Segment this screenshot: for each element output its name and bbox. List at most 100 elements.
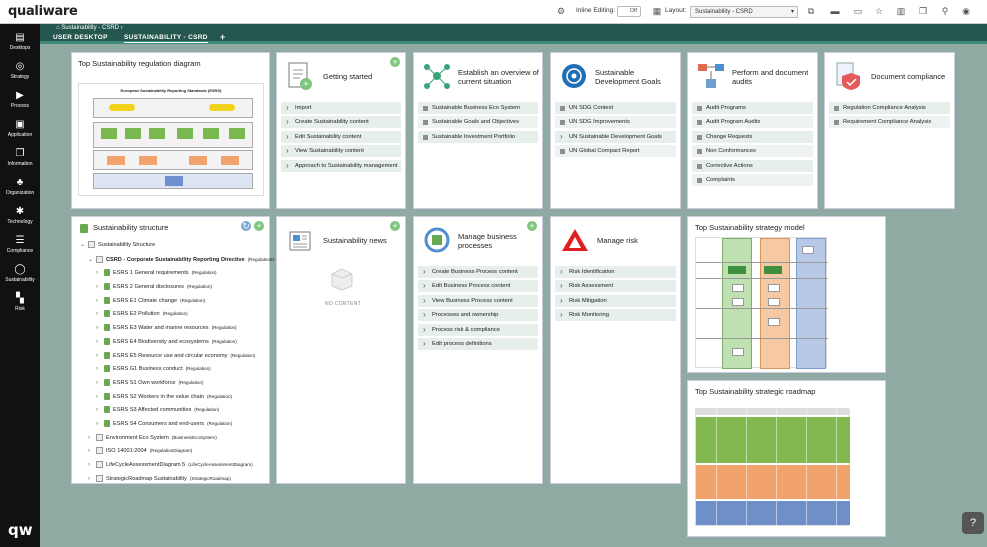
- chevron-down-icon[interactable]: ⌄: [80, 239, 88, 253]
- list-item[interactable]: Corrective Actions: [692, 158, 813, 172]
- tab-user-desktop[interactable]: USER DESKTOP: [53, 34, 108, 41]
- tree-node[interactable]: › ESRS E4 Biodiversity and ecosystems (Reg…: [80, 335, 270, 349]
- sidebar-item-sustainability[interactable]: ◯ Sustainability: [0, 264, 40, 283]
- list-item[interactable]: Risk Mitigation: [555, 293, 676, 307]
- list-item[interactable]: Change Requests: [692, 129, 813, 143]
- tree-node[interactable]: › ESRS E1 Climate change (Regulation): [80, 294, 270, 308]
- tree-node[interactable]: ⌄ CSRD - Corporate Sustainability Reporti…: [80, 253, 278, 268]
- list-item[interactable]: UN SDG Improvements: [555, 115, 676, 129]
- list-item[interactable]: Edit process definitions: [418, 336, 538, 350]
- chevron-right-icon[interactable]: ›: [88, 445, 96, 459]
- card-title[interactable]: Top Sustainability strategic roadmap: [695, 387, 815, 396]
- layout-select[interactable]: Sustainability - CSRD ▾: [690, 6, 798, 18]
- list-item[interactable]: Risk Assessment: [555, 279, 676, 293]
- sidebar-item-information[interactable]: ❐ Information: [0, 148, 40, 167]
- list-item[interactable]: Sustainable Goals and Objectives: [418, 115, 538, 129]
- sidebar-item-application[interactable]: ▣ Application: [0, 119, 40, 138]
- list-item[interactable]: Create Business Process content: [418, 265, 538, 278]
- tree-node[interactable]: › ESRS S2 Workers in the value chain (Regu…: [80, 390, 270, 404]
- tree-node[interactable]: › ESRS E3 Water and marine resources (Regu…: [80, 321, 270, 335]
- sidebar-item-compliance[interactable]: ☰ Compliance: [0, 235, 40, 254]
- chevron-right-icon[interactable]: ›: [96, 377, 104, 391]
- chevron-right-icon[interactable]: ›: [96, 336, 104, 350]
- list-item[interactable]: Process risk & compliance: [418, 322, 538, 336]
- list-item[interactable]: Sustainable Investment Portfolio: [418, 129, 538, 143]
- list-item[interactable]: Create Sustainability content: [281, 115, 401, 129]
- list-item[interactable]: Risk Monitoring: [555, 308, 676, 322]
- roadmap-thumbnail[interactable]: [695, 408, 850, 527]
- presentation-icon[interactable]: ▭: [853, 6, 863, 16]
- list-item[interactable]: Non Conformances: [692, 144, 813, 158]
- chevron-right-icon[interactable]: ›: [96, 404, 104, 418]
- tree-node[interactable]: › ESRS E2 Pollution (Regulation): [80, 307, 270, 321]
- tree-node[interactable]: › ESRS 2 General disclosures (Regulation): [80, 280, 270, 294]
- help-button[interactable]: ?: [962, 512, 984, 534]
- settings-icon[interactable]: ⚙: [556, 6, 566, 16]
- chevron-right-icon[interactable]: ›: [96, 391, 104, 405]
- chevron-right-icon[interactable]: ›: [88, 473, 96, 487]
- chevron-right-icon[interactable]: ›: [96, 350, 104, 364]
- refresh-button[interactable]: ↻: [241, 221, 251, 231]
- list-item[interactable]: Complaints: [692, 172, 813, 186]
- sidebar-item-organization[interactable]: ♣ Organization: [0, 177, 40, 196]
- sidebar-item-technology[interactable]: ✱ Technology: [0, 206, 40, 225]
- list-item[interactable]: Audit Programs: [692, 101, 813, 114]
- qualiware-logo[interactable]: qualiware: [8, 4, 78, 19]
- card-title[interactable]: Top Sustainability regulation diagram: [78, 59, 201, 68]
- list-item[interactable]: Risk Identification: [555, 265, 676, 278]
- chevron-right-icon[interactable]: ›: [88, 459, 96, 473]
- list-item[interactable]: Approach to Sustainability management: [281, 158, 401, 172]
- list-item[interactable]: Audit Program Audits: [692, 115, 813, 129]
- add-button[interactable]: +: [390, 57, 400, 67]
- tree-node[interactable]: › Environment Eco System (BusinessEcoSyste…: [80, 431, 270, 445]
- chevron-right-icon[interactable]: ›: [96, 322, 104, 336]
- book-icon[interactable]: ▥: [896, 6, 906, 16]
- user-icon[interactable]: ◉: [961, 6, 971, 16]
- tree-node[interactable]: › LifeCycleAssessmentDiagram 5 (LifeCycleA…: [80, 458, 270, 472]
- chevron-right-icon[interactable]: ›: [88, 432, 96, 446]
- sidebar-item-strategy[interactable]: ◎ Strategy: [0, 61, 40, 80]
- sidebar-item-desktops[interactable]: ▤ Desktops: [0, 32, 40, 51]
- list-item[interactable]: UN Sustainable Development Goals: [555, 129, 676, 143]
- list-item[interactable]: Sustainable Business Eco System: [418, 101, 538, 114]
- star-icon[interactable]: ☆: [874, 6, 884, 16]
- sidebar-item-process[interactable]: ▶ Process: [0, 90, 40, 109]
- chevron-right-icon[interactable]: ›: [96, 267, 104, 281]
- tree-node[interactable]: › ESRS S1 Own workforce (Regulation): [80, 376, 270, 390]
- strategy-model-thumbnail[interactable]: [695, 237, 828, 369]
- tree-node[interactable]: › ISO 14001:2004 (RegulationDiagram): [80, 444, 270, 458]
- inline-editing-toggle[interactable]: Off: [617, 6, 641, 17]
- chevron-right-icon[interactable]: ›: [96, 363, 104, 377]
- list-item[interactable]: UN Global Compact Report: [555, 144, 676, 158]
- list-item[interactable]: Import: [281, 101, 401, 114]
- list-item[interactable]: View Business Process content: [418, 293, 538, 307]
- chevron-right-icon[interactable]: ›: [96, 418, 104, 432]
- folder-icon[interactable]: ▬: [830, 6, 840, 16]
- documents-icon[interactable]: ❐: [918, 6, 928, 16]
- add-button[interactable]: +: [254, 221, 264, 231]
- tree-node[interactable]: › StrategicRoadmap Sustainability (Strateg…: [80, 472, 270, 486]
- tab-sustainability-csrd[interactable]: SUSTAINABILITY - CSRD: [124, 34, 208, 43]
- tree-node[interactable]: › ESRS S4 Consumers and end-users (Regulat…: [80, 417, 270, 431]
- add-button[interactable]: +: [390, 221, 400, 231]
- tree-node[interactable]: › ESRS G1 Business conduct (Regulation): [80, 362, 270, 376]
- list-item[interactable]: UN SDG Context: [555, 101, 676, 114]
- tree-node[interactable]: › ESRS S3 Affected communities (Regulation…: [80, 403, 270, 417]
- chevron-down-icon[interactable]: ⌄: [88, 254, 96, 268]
- chevron-right-icon[interactable]: ›: [96, 308, 104, 322]
- list-item[interactable]: Regulation Compliance Analysis: [829, 101, 950, 114]
- chevron-right-icon[interactable]: ›: [96, 295, 104, 309]
- sidebar-item-risk[interactable]: ▚ Risk: [0, 293, 40, 312]
- breadcrumb[interactable]: ⌂ Sustainability - CSRD ›: [56, 25, 123, 31]
- copy-icon[interactable]: ⧉: [806, 6, 816, 16]
- tree-node[interactable]: › ESRS E5 Resource use and circular econo…: [80, 349, 270, 363]
- tree-node[interactable]: ⌄ Sustainability Structure: [80, 239, 270, 253]
- list-item[interactable]: Edit Sustainability content: [281, 129, 401, 143]
- chevron-right-icon[interactable]: ›: [96, 281, 104, 295]
- regulation-diagram-thumbnail[interactable]: European Sustainability Reporting Standa…: [78, 83, 264, 196]
- list-item[interactable]: Processes and ownership: [418, 308, 538, 322]
- add-button[interactable]: +: [527, 221, 537, 231]
- search-icon[interactable]: ⚲: [940, 6, 950, 16]
- tree-node[interactable]: › ESRS 1 General requirements (Regulation): [80, 266, 270, 280]
- list-item[interactable]: Edit Business Process content: [418, 279, 538, 293]
